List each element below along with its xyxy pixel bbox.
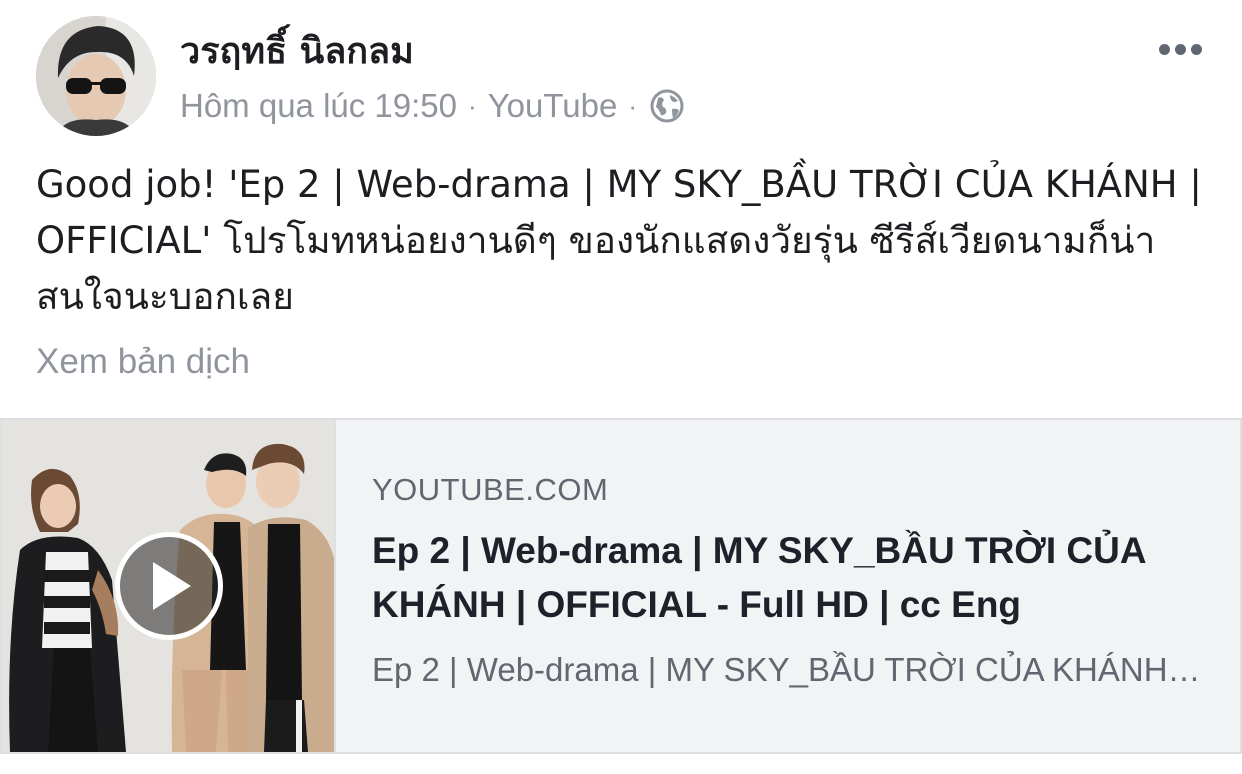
globe-icon[interactable] [648,87,686,125]
post-time[interactable]: Hôm qua lúc 19:50 [180,84,457,128]
play-icon[interactable] [115,532,223,640]
see-translation-link[interactable]: Xem bản dịch [36,338,250,386]
more-options-icon[interactable] [1153,38,1208,61]
post-message: Good job! 'Ep 2 | Web-drama | MY SKY_BẦU… [36,163,1202,318]
link-title[interactable]: Ep 2 | Web-drama | MY SKY_BẦU TRỜI CỦA K… [372,524,1206,632]
meta-separator: · [468,91,477,121]
link-domain: YOUTUBE.COM [372,472,609,507]
link-description: Ep 2 | Web-drama | MY SKY_BẦU TRỜI CỦA K… [372,651,1206,688]
post-source[interactable]: YouTube [488,84,618,128]
video-thumbnail[interactable] [2,420,336,752]
author-name[interactable]: วรฤทธิ์ นิลกลม [180,30,414,74]
avatar[interactable] [36,16,156,136]
link-preview-card[interactable]: YOUTUBE.COM Ep 2 | Web-drama | MY SKY_BẦ… [0,418,1242,754]
link-info: YOUTUBE.COM Ep 2 | Web-drama | MY SKY_BẦ… [336,420,1240,752]
facebook-post: วรฤทธิ์ นิลกลม Hôm qua lúc 19:50 · YouTu… [0,0,1242,774]
post-meta: Hôm qua lúc 19:50 · YouTube · [180,84,686,128]
avatar-image [36,16,156,136]
meta-separator: · [628,91,638,121]
